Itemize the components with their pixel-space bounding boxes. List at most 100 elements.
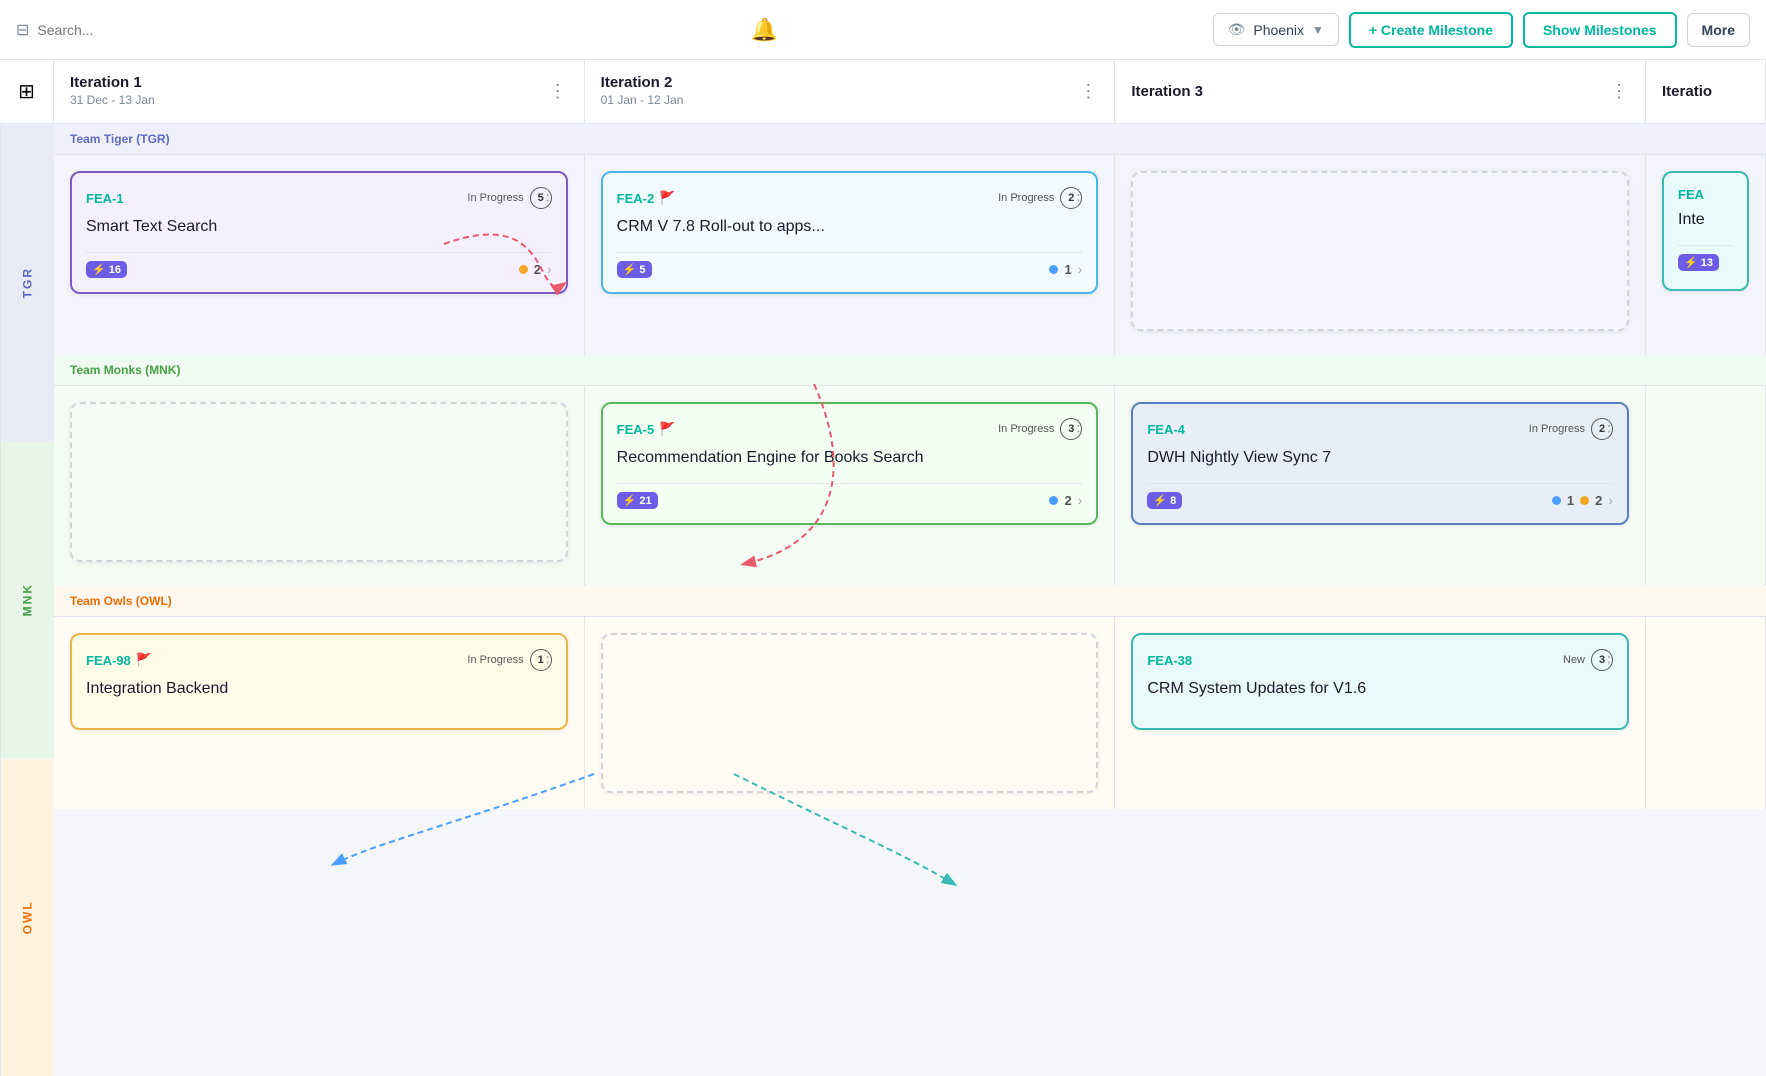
- project-selector[interactable]: 👁 Phoenix ▼: [1213, 13, 1339, 46]
- tgr-iter1-cell: ⋮ FEA-1 In Progress 5 Smart Text Search: [54, 155, 585, 355]
- tgr-iter2-cell: ⋮ FEA-2 🚩 In Progress 2: [585, 155, 1116, 355]
- fea-98-flag: 🚩: [136, 652, 152, 668]
- fea-38-id[interactable]: FEA-38: [1147, 653, 1192, 668]
- fea-2-count: 1: [1064, 262, 1071, 277]
- owl-iter3-cell: ⋮ FEA-38 New 3 CRM System Updates for V1…: [1115, 617, 1646, 809]
- fea-1-menu[interactable]: ⋮: [540, 185, 556, 205]
- fea-1-lightning: ⚡ 16: [86, 261, 127, 278]
- fea-5-dot-blue: [1049, 496, 1058, 505]
- teams-area: Team Tiger (TGR) ⋮ FEA-1 In Progress 5: [54, 124, 1766, 1076]
- fea-4-expand[interactable]: ›: [1608, 492, 1613, 508]
- fea-98-menu[interactable]: ⋮: [540, 647, 556, 667]
- fea-4-count-orange: 2: [1595, 493, 1602, 508]
- tgr-iter3-empty: [1131, 171, 1629, 331]
- fea-2-dot-blue: [1049, 265, 1058, 274]
- fea-1-title: Smart Text Search: [86, 217, 552, 238]
- fea-1-dot-orange: [519, 265, 528, 274]
- fea-4-dot-blue: [1552, 496, 1561, 505]
- header-center: 🔔: [328, 17, 1201, 43]
- fea-98-id[interactable]: FEA-98: [86, 653, 131, 668]
- mnk-band: MNK: [0, 441, 54, 758]
- fea-98-title: Integration Backend: [86, 679, 552, 700]
- iteration-1-menu[interactable]: ⋮: [549, 81, 568, 102]
- fea-4-count-blue: 1: [1567, 493, 1574, 508]
- fea-38-menu[interactable]: ⋮: [1601, 647, 1617, 667]
- fea-2-menu[interactable]: ⋮: [1070, 185, 1086, 205]
- filter-icon[interactable]: ⊟: [16, 20, 29, 40]
- owl-band: OWL: [0, 759, 54, 1076]
- fea-2-id[interactable]: FEA-2: [617, 191, 655, 206]
- fea-38-status: New: [1563, 654, 1585, 666]
- team-mnk-row: Team Monks (MNK) ⋮ FEA-5 🚩: [54, 355, 1766, 586]
- team-owl-header: Team Owls (OWL): [54, 586, 1766, 617]
- fea-5-id[interactable]: FEA-5: [617, 422, 655, 437]
- tgr-band: TGR: [0, 124, 54, 441]
- tgr-iter4-cell: FEA Inte ⚡ 13: [1646, 155, 1766, 355]
- mnk-iter1-cell: [54, 386, 585, 586]
- fea-5-menu[interactable]: ⋮: [1070, 416, 1086, 436]
- fea-5-status: In Progress: [998, 423, 1054, 435]
- header-right: 👁 Phoenix ▼ + Create Milestone Show Mile…: [1213, 12, 1750, 48]
- chevron-down-icon: ▼: [1312, 23, 1324, 37]
- iteration-3-menu[interactable]: ⋮: [1610, 81, 1629, 102]
- fea-98-card: ⋮ FEA-98 🚩 In Progress 1: [70, 633, 568, 730]
- team-labels-column: ⊞ TGR MNK OWL: [0, 60, 54, 1076]
- mnk-iter1-empty: [70, 402, 568, 562]
- owl-iter2-cell: [585, 617, 1116, 809]
- show-milestones-button[interactable]: Show Milestones: [1523, 12, 1677, 48]
- team-tgr-content: ⋮ FEA-1 In Progress 5 Smart Text Search: [54, 155, 1766, 355]
- fea-98-status: In Progress: [467, 654, 523, 666]
- fea-2-title: CRM V 7.8 Roll-out to apps...: [617, 217, 1083, 238]
- mnk-iter4-cell: [1646, 386, 1766, 586]
- fea-4-card: ⋮ FEA-4 In Progress 2 DWH Nightly View S…: [1131, 402, 1629, 525]
- fea-4-id[interactable]: FEA-4: [1147, 422, 1185, 437]
- team-tgr-header: Team Tiger (TGR): [54, 124, 1766, 155]
- fea-partial-id[interactable]: FEA: [1678, 187, 1704, 202]
- main-container: ⊞ TGR MNK OWL Iteration 1 31 Dec - 13 Ja…: [0, 60, 1766, 1076]
- owl-iter1-cell: ⋮ FEA-98 🚩 In Progress 1: [54, 617, 585, 809]
- fea-5-count: 2: [1064, 493, 1071, 508]
- fea-1-count: 2: [534, 262, 541, 277]
- fea-4-lightning: ⚡ 8: [1147, 492, 1182, 509]
- fea-5-title: Recommendation Engine for Books Search: [617, 448, 1083, 469]
- iteration-2-title: Iteration 2: [601, 74, 684, 91]
- fea-2-status: In Progress: [998, 192, 1054, 204]
- iteration-1-title: Iteration 1: [70, 74, 155, 91]
- grid-icon: ⊞: [18, 79, 35, 104]
- project-label: Phoenix: [1253, 22, 1304, 38]
- iteration-1-header: Iteration 1 31 Dec - 13 Jan ⋮: [54, 60, 585, 123]
- iteration-2-menu[interactable]: ⋮: [1079, 81, 1098, 102]
- owl-iter4-cell: [1646, 617, 1766, 809]
- fea-4-menu[interactable]: ⋮: [1601, 416, 1617, 436]
- team-mnk-content: ⋮ FEA-5 🚩 In Progress 3: [54, 386, 1766, 586]
- fea-1-card: ⋮ FEA-1 In Progress 5 Smart Text Search: [70, 171, 568, 294]
- bell-icon[interactable]: 🔔: [751, 17, 778, 43]
- team-tgr-row: Team Tiger (TGR) ⋮ FEA-1 In Progress 5: [54, 124, 1766, 355]
- iteration-3-title: Iteration 3: [1131, 83, 1203, 100]
- fea-2-card: ⋮ FEA-2 🚩 In Progress 2: [601, 171, 1099, 294]
- more-button[interactable]: More: [1687, 13, 1750, 47]
- search-area: ⊟: [16, 20, 316, 40]
- owl-iter2-empty: [601, 633, 1099, 793]
- fea-2-flag: 🚩: [659, 190, 675, 206]
- fea-2-lightning: ⚡ 5: [617, 261, 652, 278]
- iteration-3-header: Iteration 3 ⋮: [1115, 60, 1646, 123]
- team-owl-row: Team Owls (OWL) ⋮ FEA-98 🚩: [54, 586, 1766, 809]
- iteration-2-dates: 01 Jan - 12 Jan: [601, 93, 684, 107]
- search-input[interactable]: [37, 22, 237, 38]
- eye-icon: 👁: [1228, 21, 1246, 38]
- fea-1-expand[interactable]: ›: [547, 261, 552, 277]
- fea-5-expand[interactable]: ›: [1078, 492, 1083, 508]
- create-milestone-button[interactable]: + Create Milestone: [1349, 12, 1513, 48]
- fea-1-id[interactable]: FEA-1: [86, 191, 124, 206]
- fea-2-expand[interactable]: ›: [1078, 261, 1083, 277]
- tgr-iter3-cell: [1115, 155, 1646, 355]
- fea-1-status: In Progress: [467, 192, 523, 204]
- fea-4-status: In Progress: [1529, 423, 1585, 435]
- iteration-4-header: Iteratio: [1646, 60, 1766, 123]
- fea-5-lightning: ⚡ 21: [617, 492, 658, 509]
- content-area: Iteration 1 31 Dec - 13 Jan ⋮ Iteration …: [54, 60, 1766, 1076]
- iteration-4-title: Iteratio: [1662, 83, 1712, 100]
- fea-5-flag: 🚩: [659, 421, 675, 437]
- fea-4-dot-orange: [1580, 496, 1589, 505]
